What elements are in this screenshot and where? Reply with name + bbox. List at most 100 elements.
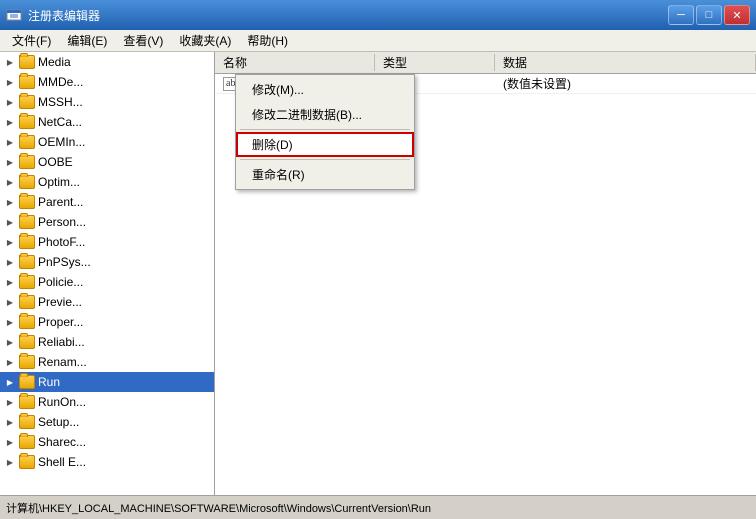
folder-icon — [19, 455, 35, 469]
ctx-menu-delete[interactable]: 删除(D) — [236, 132, 414, 157]
tree-item-photof[interactable]: ▶ PhotoF... — [0, 232, 214, 252]
maximize-button[interactable]: □ — [696, 5, 722, 25]
expand-arrow: ▶ — [4, 196, 16, 208]
status-bar: 计算机\HKEY_LOCAL_MACHINE\SOFTWARE\Microsof… — [0, 495, 756, 519]
title-bar: 注册表编辑器 ─ □ ✕ — [0, 0, 756, 30]
tree-label: MSSH... — [38, 95, 83, 109]
tree-item-optim[interactable]: ▶ Optim... — [0, 172, 214, 192]
tree-item-run[interactable]: ▶ Run — [0, 372, 214, 392]
col-header-type: 类型 — [375, 54, 495, 71]
tree-label: MMDe... — [38, 75, 83, 89]
close-button[interactable]: ✕ — [724, 5, 750, 25]
window-controls: ─ □ ✕ — [668, 5, 750, 25]
expand-arrow: ▶ — [4, 276, 16, 288]
tree-item-oobe[interactable]: ▶ OOBE — [0, 152, 214, 172]
tree-item-sharec[interactable]: ▶ Sharec... — [0, 432, 214, 452]
tree-label: RunOn... — [38, 395, 86, 409]
expand-arrow: ▶ — [4, 176, 16, 188]
expand-arrow: ▶ — [4, 336, 16, 348]
folder-icon — [19, 135, 35, 149]
tree-label: Sharec... — [38, 435, 86, 449]
tree-item-runon[interactable]: ▶ RunOn... — [0, 392, 214, 412]
app-icon — [6, 7, 22, 23]
expand-arrow: ▶ — [4, 256, 16, 268]
tree-item-renam[interactable]: ▶ Renam... — [0, 352, 214, 372]
menu-view[interactable]: 查看(V) — [115, 30, 171, 51]
data-cell-value: (数值未设置) — [495, 75, 756, 92]
expand-arrow: ▶ — [4, 376, 16, 388]
folder-icon — [19, 155, 35, 169]
tree-label: PnPSys... — [38, 255, 91, 269]
tree-label: Parent... — [38, 195, 83, 209]
right-panel: 名称 类型 数据 ab (默认) (数值未设置) 修改(M)... 修改二进制数… — [215, 52, 756, 495]
folder-icon — [19, 375, 35, 389]
tree-item-reliabi[interactable]: ▶ Reliabi... — [0, 332, 214, 352]
folder-icon — [19, 395, 35, 409]
menu-help[interactable]: 帮助(H) — [239, 30, 296, 51]
folder-icon — [19, 415, 35, 429]
tree-label: Proper... — [38, 315, 83, 329]
title-bar-left: 注册表编辑器 — [6, 7, 100, 24]
ctx-menu-rename[interactable]: 重命名(R) — [236, 162, 414, 187]
menu-file[interactable]: 文件(F) — [4, 30, 59, 51]
tree-item-netca[interactable]: ▶ NetCa... — [0, 112, 214, 132]
tree-item-proper[interactable]: ▶ Proper... — [0, 312, 214, 332]
tree-label: Policie... — [38, 275, 83, 289]
tree-label: OEMIn... — [38, 135, 85, 149]
folder-icon — [19, 175, 35, 189]
minimize-button[interactable]: ─ — [668, 5, 694, 25]
col-header-data: 数据 — [495, 54, 756, 71]
folder-icon — [19, 295, 35, 309]
folder-icon — [19, 75, 35, 89]
ctx-separator-2 — [240, 159, 410, 160]
ctx-menu-modify[interactable]: 修改(M)... — [236, 77, 414, 102]
tree-label: Optim... — [38, 175, 80, 189]
col-header-name: 名称 — [215, 54, 375, 71]
expand-arrow: ▶ — [4, 156, 16, 168]
expand-arrow: ▶ — [4, 436, 16, 448]
menu-bar: 文件(F) 编辑(E) 查看(V) 收藏夹(A) 帮助(H) — [0, 30, 756, 52]
folder-icon — [19, 115, 35, 129]
tree-item-person[interactable]: ▶ Person... — [0, 212, 214, 232]
tree-item-shell[interactable]: ▶ Shell E... — [0, 452, 214, 472]
folder-icon — [19, 315, 35, 329]
menu-edit[interactable]: 编辑(E) — [59, 30, 115, 51]
tree-item-mssh[interactable]: ▶ MSSH... — [0, 92, 214, 112]
tree-item-media[interactable]: ▶ Media — [0, 52, 214, 72]
expand-arrow: ▶ — [4, 416, 16, 428]
folder-icon — [19, 255, 35, 269]
expand-arrow: ▶ — [4, 296, 16, 308]
tree-label: Media — [38, 55, 71, 69]
tree-label: OOBE — [38, 155, 73, 169]
tree-panel: ▶ Media ▶ MMDe... ▶ MSSH... ▶ NetCa... ▶… — [0, 52, 215, 495]
tree-item-oemin[interactable]: ▶ OEMIn... — [0, 132, 214, 152]
tree-label: Previe... — [38, 295, 82, 309]
context-menu: 修改(M)... 修改二进制数据(B)... 删除(D) 重命名(R) — [235, 74, 415, 190]
main-content: ▶ Media ▶ MMDe... ▶ MSSH... ▶ NetCa... ▶… — [0, 52, 756, 495]
folder-icon — [19, 215, 35, 229]
tree-label: Run — [38, 375, 60, 389]
tree-item-policie[interactable]: ▶ Policie... — [0, 272, 214, 292]
expand-arrow: ▶ — [4, 56, 16, 68]
expand-arrow: ▶ — [4, 96, 16, 108]
tree-label: Reliabi... — [38, 335, 85, 349]
tree-label: Person... — [38, 215, 86, 229]
expand-arrow: ▶ — [4, 396, 16, 408]
tree-label: Shell E... — [38, 455, 86, 469]
expand-arrow: ▶ — [4, 356, 16, 368]
folder-icon — [19, 335, 35, 349]
status-text: 计算机\HKEY_LOCAL_MACHINE\SOFTWARE\Microsof… — [6, 500, 431, 516]
tree-item-previe[interactable]: ▶ Previe... — [0, 292, 214, 312]
tree-item-mmde[interactable]: ▶ MMDe... — [0, 72, 214, 92]
app-title: 注册表编辑器 — [28, 7, 100, 24]
expand-arrow: ▶ — [4, 316, 16, 328]
tree-item-parent[interactable]: ▶ Parent... — [0, 192, 214, 212]
ctx-menu-modify-binary[interactable]: 修改二进制数据(B)... — [236, 102, 414, 127]
tree-item-pnpsys[interactable]: ▶ PnPSys... — [0, 252, 214, 272]
menu-favorites[interactable]: 收藏夹(A) — [171, 30, 239, 51]
folder-icon — [19, 195, 35, 209]
tree-item-setup[interactable]: ▶ Setup... — [0, 412, 214, 432]
folder-icon — [19, 235, 35, 249]
tree-label: NetCa... — [38, 115, 82, 129]
tree-label: PhotoF... — [38, 235, 85, 249]
